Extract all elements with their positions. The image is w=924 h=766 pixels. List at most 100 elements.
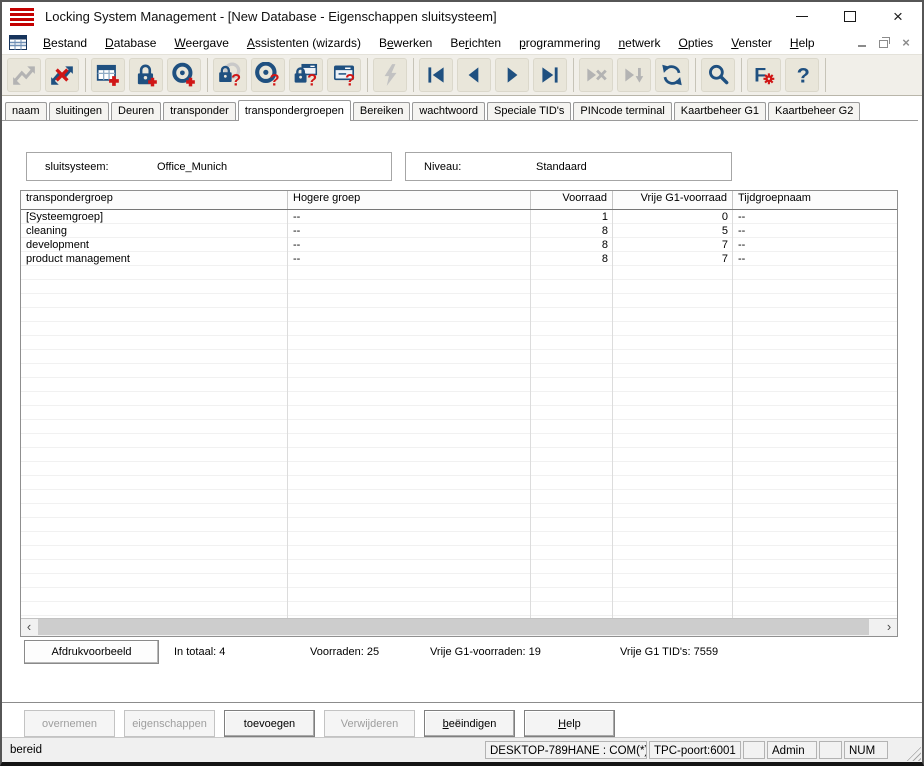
previous-record-icon [461,62,487,88]
new-transponder-button[interactable] [167,58,201,92]
read-lock-button[interactable]: ? [213,58,247,92]
status-segments: DESKTOP-789HANE : COM(*)TPC-poort:6001Ad… [485,741,922,759]
column-header-hogere-groep[interactable]: Hogere groep [288,191,531,209]
table-cell: 7 [613,252,733,266]
tab-kaartbeheer-g2[interactable]: Kaartbeheer G2 [768,102,860,120]
help-button[interactable]: Help [524,710,615,737]
previous-record-button[interactable] [457,58,491,92]
menu-item-bewerken[interactable]: Bewerken [370,34,441,52]
menu-item-assistenten-wizards[interactable]: Assistenten (wizards) [238,34,370,52]
verwijderen-button[interactable]: Verwijderen [324,710,415,737]
overnemen-button[interactable]: overnemen [24,710,115,737]
column-header-transpondergroep[interactable]: transpondergroep [21,191,288,209]
menu-bar: BestandDatabaseWeergaveAssistenten (wiza… [2,31,922,54]
document-icon [9,35,27,50]
read-transponder-button[interactable]: ? [251,58,285,92]
last-record-icon [537,62,563,88]
record-insert-button[interactable] [617,58,651,92]
tab-naam[interactable]: naam [5,102,47,120]
tab-bereiken[interactable]: Bereiken [353,102,410,120]
tab-wachtwoord[interactable]: wachtwoord [412,102,485,120]
table-cell: -- [733,252,897,266]
disconnect-button[interactable] [45,58,79,92]
record-delete-button[interactable] [579,58,613,92]
menu-item-opties[interactable]: Opties [669,34,722,52]
read-card-button[interactable]: ? [327,58,361,92]
horizontal-scrollbar[interactable]: ‹ › [21,618,897,636]
menu-item-programmering[interactable]: programmering [510,34,609,52]
next-record-button[interactable] [495,58,529,92]
menu-item-bestand[interactable]: Bestand [34,34,96,52]
tab-transpondergroepen[interactable]: transpondergroepen [238,100,351,121]
tab-deuren[interactable]: Deuren [111,102,161,120]
new-locking-system-button[interactable] [91,58,125,92]
connect-button[interactable] [7,58,41,92]
level-value: Standaard [536,161,587,173]
eigenschappen-button[interactable]: eigenschappen [124,710,215,737]
search-button[interactable] [701,58,735,92]
program-button[interactable] [373,58,407,92]
menu-item-weergave[interactable]: Weergave [165,34,237,52]
mdi-restore-button[interactable] [876,36,892,50]
new-lock-icon [133,62,159,88]
locking-system-field: sluitsysteem: Office_Munich [26,152,392,181]
table-cell: 0 [613,210,733,224]
be-indigen-button[interactable]: beëindigen [424,710,515,737]
tab-strip: naamsluitingenDeurentranspondertranspond… [2,98,918,121]
table-cell: -- [288,238,531,252]
close-button[interactable]: × [890,9,906,25]
menu-item-venster[interactable]: Venster [722,34,781,52]
tab-kaartbeheer-g1[interactable]: Kaartbeheer G1 [674,102,766,120]
menu-item-help[interactable]: Help [781,34,824,52]
status-segment-admin: Admin [767,741,817,759]
table-cell: -- [733,238,897,252]
minimize-button[interactable] [794,9,810,25]
new-transponder-icon [171,62,197,88]
column-divider [287,210,288,618]
table-row[interactable]: cleaning--85-- [21,224,897,238]
table-row[interactable]: product management--87-- [21,252,897,266]
scroll-right-button[interactable]: › [881,619,897,635]
svg-text:?: ? [231,71,241,88]
connect-icon [11,62,37,88]
table-header: transpondergroepHogere groepVoorraadVrij… [21,191,897,210]
column-header-tijdgroepnaam[interactable]: Tijdgroepnaam [733,191,897,209]
tab-transponder[interactable]: transponder [163,102,236,120]
svg-text:?: ? [345,71,355,88]
table-cell: -- [733,210,897,224]
help-button[interactable]: ? [785,58,819,92]
tab-speciale-tid-s[interactable]: Speciale TID's [487,102,571,120]
program-lightning-icon [377,62,403,88]
tab-pincode-terminal[interactable]: PINcode terminal [573,102,671,120]
svg-text:?: ? [797,63,810,88]
refresh-button[interactable] [655,58,689,92]
new-lock-button[interactable] [129,58,163,92]
mdi-minimize-button[interactable] [854,36,870,50]
read-lock-network-button[interactable]: ? [289,58,323,92]
stat-in-totaal: In totaal: 4 [174,646,225,658]
menu-item-netwerk[interactable]: netwerk [609,34,669,52]
scroll-left-button[interactable]: ‹ [21,619,37,635]
menu-item-database[interactable]: Database [96,34,165,52]
toevoegen-button[interactable]: toevoegen [224,710,315,737]
column-header-vrije-g1-voorraad[interactable]: Vrije G1-voorraad [613,191,733,209]
first-record-button[interactable] [419,58,453,92]
menu-items: BestandDatabaseWeergaveAssistenten (wiza… [34,34,824,52]
table-row[interactable]: [Systeemgroep]--10-- [21,210,897,224]
mdi-close-button[interactable]: × [898,36,914,50]
totals-row: In totaal: 4Voorraden: 25Vrije G1-voorra… [2,640,922,664]
table-cell: 8 [531,238,613,252]
column-header-voorraad[interactable]: Voorraad [531,191,613,209]
svg-text:?: ? [307,71,317,88]
column-divider [732,210,733,618]
table-cell: cleaning [21,224,288,238]
table-row[interactable]: development--87-- [21,238,897,252]
last-record-button[interactable] [533,58,567,92]
menu-item-berichten[interactable]: Berichten [441,34,510,52]
table-body: [Systeemgroep]--10--cleaning--85--develo… [21,210,897,618]
tab-sluitingen[interactable]: sluitingen [49,102,109,120]
scrollbar-thumb[interactable] [38,619,869,635]
filter-settings-button[interactable]: F [747,58,781,92]
maximize-button[interactable] [842,9,858,25]
table-cell: 1 [531,210,613,224]
